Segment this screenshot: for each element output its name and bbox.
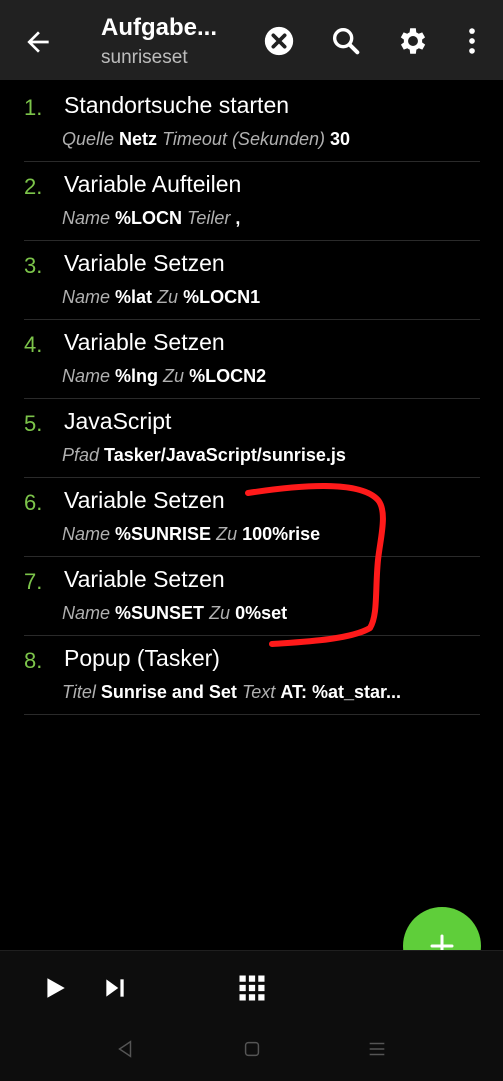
action-params: Name %lng Zu %LOCN2 bbox=[62, 366, 482, 387]
action-name: Popup (Tasker) bbox=[64, 645, 220, 671]
param-key: Quelle bbox=[62, 129, 115, 149]
app-bar: Aufgabe... sunriseset bbox=[0, 0, 503, 80]
action-params: Name %SUNSET Zu 0%set bbox=[62, 603, 482, 624]
action-item[interactable]: 6. Variable Setzen Name %SUNRISE Zu 100%… bbox=[24, 478, 480, 557]
param-key: Zu bbox=[157, 287, 179, 307]
action-number: 2. bbox=[24, 174, 43, 199]
action-item[interactable]: 3. Variable Setzen Name %lat Zu %LOCN1 bbox=[24, 241, 480, 320]
action-item[interactable]: 7. Variable Setzen Name %SUNSET Zu 0%set bbox=[24, 557, 480, 636]
action-name: Variable Setzen bbox=[64, 250, 225, 276]
action-number: 6. bbox=[24, 490, 43, 515]
action-item[interactable]: 4. Variable Setzen Name %lng Zu %LOCN2 bbox=[24, 320, 480, 399]
param-key: Name bbox=[62, 366, 111, 386]
action-number: 7. bbox=[24, 569, 43, 594]
back-arrow-icon[interactable] bbox=[22, 26, 54, 58]
param-key: Pfad bbox=[62, 445, 100, 465]
title-block: Aufgabe... sunriseset bbox=[101, 12, 251, 70]
param-value: %LOCN1 bbox=[183, 287, 261, 307]
system-nav-bar bbox=[0, 1020, 503, 1080]
param-value: %LOCN bbox=[115, 208, 183, 228]
action-item[interactable]: 5. JavaScript Pfad Tasker/JavaScript/sun… bbox=[24, 399, 480, 478]
action-params: Name %SUNRISE Zu 100%rise bbox=[62, 524, 482, 545]
param-key: Name bbox=[62, 287, 111, 307]
param-value: %lat bbox=[115, 287, 153, 307]
nav-recents-icon[interactable] bbox=[366, 1038, 388, 1060]
action-number: 5. bbox=[24, 411, 43, 436]
param-value: Netz bbox=[119, 129, 158, 149]
page-subtitle: sunriseset bbox=[101, 47, 188, 68]
action-number: 8. bbox=[24, 648, 43, 673]
param-value: %lng bbox=[115, 366, 159, 386]
action-params: Name %LOCN Teiler , bbox=[62, 208, 482, 229]
param-value: Tasker/JavaScript/sunrise.js bbox=[104, 445, 346, 465]
action-item[interactable]: 8. Popup (Tasker) Titel Sunrise and Set … bbox=[24, 636, 480, 715]
more-vert-icon[interactable] bbox=[455, 24, 489, 58]
param-value: %LOCN2 bbox=[189, 366, 267, 386]
settings-gear-icon[interactable] bbox=[396, 24, 430, 58]
param-key: Timeout (Sekunden) bbox=[162, 129, 326, 149]
param-key: Zu bbox=[209, 603, 231, 623]
action-name: Standortsuche starten bbox=[64, 92, 290, 118]
action-number: 4. bbox=[24, 332, 43, 357]
param-key: Zu bbox=[216, 524, 238, 544]
action-params: Titel Sunrise and Set Text AT: %at_star.… bbox=[62, 682, 482, 703]
param-key: Teiler bbox=[187, 208, 231, 228]
param-key: Name bbox=[62, 603, 111, 623]
action-number: 3. bbox=[24, 253, 43, 278]
param-value: %SUNRISE bbox=[115, 524, 212, 544]
action-name: JavaScript bbox=[64, 408, 172, 434]
play-icon[interactable] bbox=[42, 975, 68, 1001]
action-params: Name %lat Zu %LOCN1 bbox=[62, 287, 482, 308]
param-key: Name bbox=[62, 208, 111, 228]
param-key: Zu bbox=[163, 366, 185, 386]
action-params: Pfad Tasker/JavaScript/sunrise.js bbox=[62, 445, 482, 466]
action-item[interactable]: 2. Variable Aufteilen Name %LOCN Teiler … bbox=[24, 162, 480, 241]
skip-next-icon[interactable] bbox=[102, 975, 128, 1001]
param-value: %SUNSET bbox=[115, 603, 205, 623]
param-value: 0%set bbox=[235, 603, 288, 623]
param-key: Name bbox=[62, 524, 111, 544]
action-name: Variable Setzen bbox=[64, 566, 225, 592]
action-name: Variable Aufteilen bbox=[64, 171, 242, 197]
param-value: 30 bbox=[330, 129, 351, 149]
action-number: 1. bbox=[24, 95, 43, 120]
action-params: Quelle Netz Timeout (Sekunden) 30 bbox=[62, 129, 482, 150]
param-value: AT: %at_star... bbox=[280, 682, 402, 702]
action-item[interactable]: 1. Standortsuche starten Quelle Netz Tim… bbox=[24, 83, 480, 162]
param-value: Sunrise and Set bbox=[100, 682, 237, 702]
param-value: , bbox=[235, 208, 241, 228]
close-circle-icon[interactable] bbox=[262, 24, 296, 58]
nav-home-icon[interactable] bbox=[241, 1038, 263, 1060]
grid-icon[interactable] bbox=[237, 973, 267, 1003]
nav-back-icon[interactable] bbox=[114, 1038, 136, 1060]
search-icon[interactable] bbox=[329, 24, 363, 58]
action-name: Variable Setzen bbox=[64, 329, 225, 355]
param-key: Text bbox=[241, 682, 276, 702]
param-key: Titel bbox=[62, 682, 96, 702]
action-name: Variable Setzen bbox=[64, 487, 225, 513]
param-value: 100%rise bbox=[242, 524, 321, 544]
page-title: Aufgabe... bbox=[101, 14, 218, 41]
